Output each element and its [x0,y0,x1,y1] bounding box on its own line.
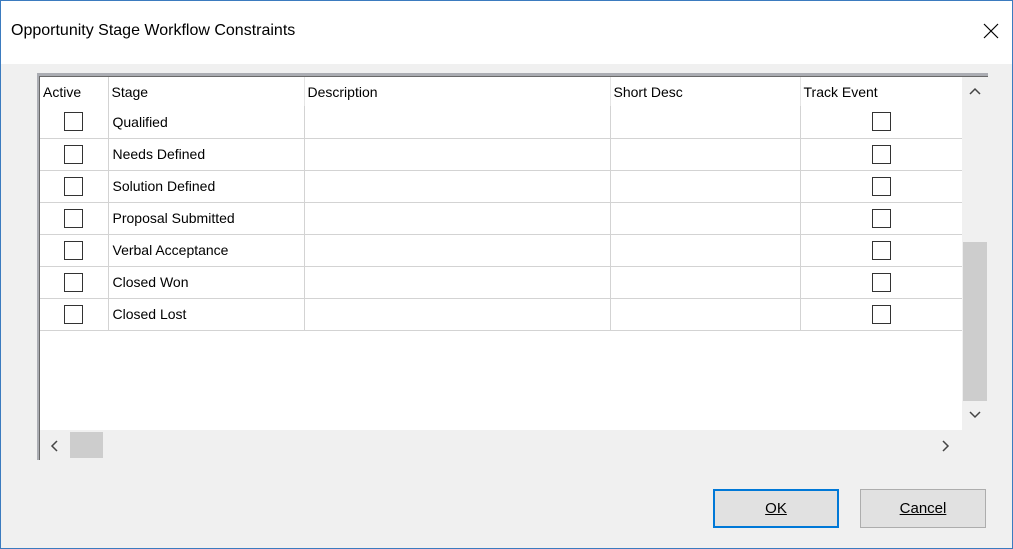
window-title: Opportunity Stage Workflow Constraints [11,22,296,39]
active-cell [40,170,109,203]
track-event-checkbox[interactable] [871,176,891,196]
active-cell [40,234,109,267]
horizontal-scrollbar[interactable] [40,430,962,460]
close-icon [983,23,999,39]
track-event-checkbox[interactable] [871,240,891,260]
table-header-row: Active Stage Description Short Desc Trac… [40,77,963,106]
stage-cell[interactable]: Qualified [108,106,305,139]
table-row: Closed Won [40,266,963,299]
short-desc-cell[interactable] [610,266,801,299]
chevron-left-icon [50,439,58,452]
table-row: Proposal Submitted [40,202,963,235]
table-row: Qualified [40,106,963,139]
track-event-cell [800,298,963,331]
active-cell [40,298,109,331]
description-cell[interactable] [304,298,611,331]
scroll-up-button[interactable] [962,77,988,104]
track-event-checkbox[interactable] [871,112,891,132]
description-cell[interactable] [304,138,611,171]
short-desc-cell[interactable] [610,202,801,235]
track-event-cell [800,234,963,267]
chevron-right-icon [942,439,950,452]
track-event-cell [800,106,963,139]
track-event-cell [800,170,963,203]
ok-button[interactable]: OK [713,489,839,528]
table-row: Closed Lost [40,298,963,331]
description-cell[interactable] [304,106,611,139]
active-checkbox[interactable] [64,208,84,228]
table-row: Needs Defined [40,138,963,171]
scroll-right-button[interactable] [932,430,960,460]
description-cell[interactable] [304,234,611,267]
short-desc-cell[interactable] [610,234,801,267]
column-header-description[interactable]: Description [304,77,611,106]
stage-cell[interactable]: Proposal Submitted [108,202,305,235]
active-cell [40,106,109,139]
track-event-checkbox[interactable] [871,144,891,164]
description-cell[interactable] [304,170,611,203]
active-checkbox[interactable] [64,176,84,196]
column-header-stage[interactable]: Stage [108,77,305,106]
description-cell[interactable] [304,266,611,299]
track-event-cell [800,138,963,171]
vertical-scroll-thumb[interactable] [963,242,987,401]
column-header-short-desc[interactable]: Short Desc [610,77,801,106]
horizontal-scroll-thumb[interactable] [70,432,103,458]
column-header-track-event[interactable]: Track Event [800,77,963,106]
stage-cell[interactable]: Verbal Acceptance [108,234,305,267]
cancel-button[interactable]: Cancel [860,489,986,528]
track-event-checkbox[interactable] [871,208,891,228]
stage-cell[interactable]: Solution Defined [108,170,305,203]
stage-table: Active Stage Description Short Desc Trac… [40,77,963,331]
grid-frame: Active Stage Description Short Desc Trac… [37,73,988,460]
active-cell [40,202,109,235]
short-desc-cell[interactable] [610,138,801,171]
close-button[interactable] [969,11,1013,51]
table-row: Verbal Acceptance [40,234,963,267]
short-desc-cell[interactable] [610,106,801,139]
active-checkbox[interactable] [64,272,84,292]
stage-cell[interactable]: Needs Defined [108,138,305,171]
active-cell [40,266,109,299]
stage-cell[interactable]: Closed Won [108,266,305,299]
active-cell [40,138,109,171]
chevron-up-icon [969,87,981,95]
vertical-scrollbar[interactable] [962,77,988,430]
track-event-cell [800,202,963,235]
track-event-cell [800,266,963,299]
stage-grid: Active Stage Description Short Desc Trac… [39,76,988,460]
track-event-checkbox[interactable] [871,304,891,324]
scrollbar-corner [962,430,988,460]
cancel-button-label: Cancel [899,500,947,517]
active-checkbox[interactable] [64,144,84,164]
short-desc-cell[interactable] [610,298,801,331]
track-event-checkbox[interactable] [871,272,891,292]
active-checkbox[interactable] [64,304,84,324]
ok-button-label: OK [765,500,787,517]
scroll-down-button[interactable] [962,401,988,428]
table-row: Solution Defined [40,170,963,203]
title-bar: Opportunity Stage Workflow Constraints [1,1,1012,64]
dialog-window: Opportunity Stage Workflow Constraints A… [0,0,1013,549]
active-checkbox[interactable] [64,112,84,132]
active-checkbox[interactable] [64,240,84,260]
stage-cell[interactable]: Closed Lost [108,298,305,331]
short-desc-cell[interactable] [610,170,801,203]
scroll-left-button[interactable] [40,430,68,460]
column-header-active[interactable]: Active [40,77,109,106]
description-cell[interactable] [304,202,611,235]
chevron-down-icon [969,410,981,418]
